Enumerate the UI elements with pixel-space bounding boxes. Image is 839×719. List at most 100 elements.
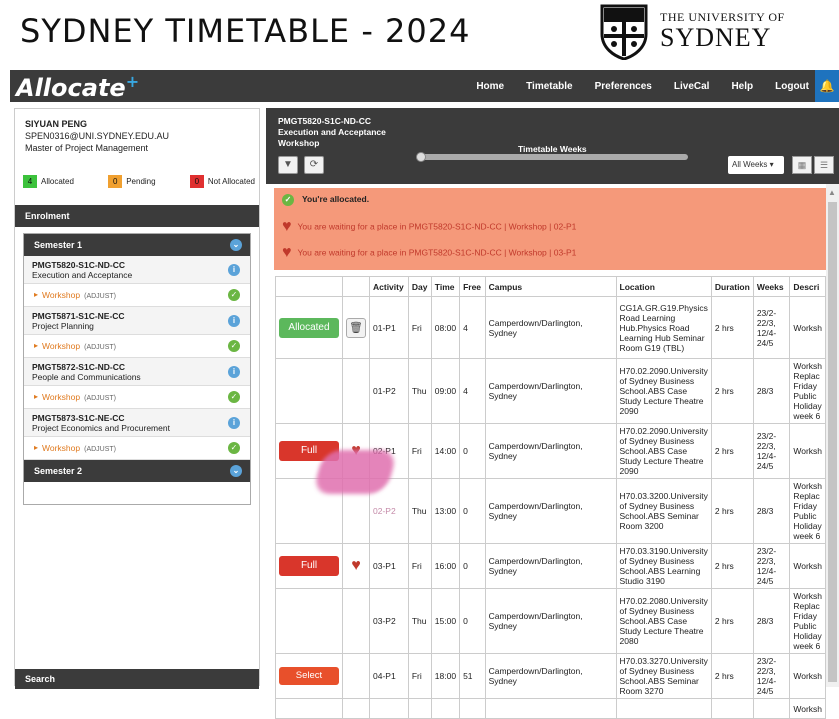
course-name: Execution and Acceptance (32, 270, 133, 280)
workshop-item[interactable]: ▸ Workshop (ADJUST) ✓ (24, 437, 250, 460)
location-cell: H70.03.3190.University of Sydney Busines… (615, 543, 712, 589)
filter-icon[interactable]: ▼ (278, 156, 298, 174)
brand-logo[interactable]: Allocate+ (16, 72, 139, 102)
campus-cell: Camperdown/Darlington, Sydney (484, 296, 617, 359)
description-cell: Worksh (789, 698, 826, 719)
semester-1-label: Semester 1 (34, 240, 83, 250)
button-cell (275, 588, 343, 654)
list-view-icon[interactable]: ☰ (814, 156, 834, 174)
nav-help[interactable]: Help (731, 81, 753, 92)
weeks-cell (752, 698, 791, 719)
description-cell: Worksh (789, 423, 826, 479)
nav-home[interactable]: Home (476, 81, 504, 92)
day-cell: Fri (407, 653, 432, 699)
col-description[interactable]: Descri (789, 276, 826, 297)
adjust-link[interactable]: (ADJUST) (84, 446, 116, 453)
legend-pending: 0 Pending (108, 175, 156, 188)
semester-2-label: Semester 2 (34, 466, 83, 476)
scrollbar-thumb[interactable] (828, 202, 837, 682)
university-crest-icon (600, 4, 648, 60)
info-icon[interactable]: i (228, 315, 240, 327)
free-cell: 0 (459, 588, 486, 654)
day-cell: Fri (407, 423, 432, 479)
scroll-up-icon[interactable]: ▲ (828, 188, 836, 197)
semester-1-header[interactable]: Semester 1 ⌄ (24, 234, 250, 256)
select-button[interactable]: Select (279, 667, 339, 685)
alert-allocated: ✓ You're allocated. (282, 194, 369, 206)
duration-cell: 2 hrs (710, 653, 754, 699)
description-cell: Worksh (789, 296, 826, 359)
info-icon[interactable]: i (228, 366, 240, 378)
allocated-button[interactable]: Allocated (279, 317, 339, 338)
left-panel: SIYUAN PENG SPEN0316@UNI.SYDNEY.EDU.AU M… (14, 108, 260, 689)
col-activity[interactable]: Activity (369, 276, 409, 297)
workshop-label[interactable]: Workshop (42, 392, 80, 402)
button-cell (275, 358, 343, 424)
nav-logout[interactable]: Logout (775, 81, 809, 92)
col-icon (342, 276, 370, 297)
workshop-label[interactable]: Workshop (42, 341, 80, 351)
col-location[interactable]: Location (615, 276, 712, 297)
col-duration[interactable]: Duration (710, 276, 754, 297)
activity-cell: 04-P1 (369, 653, 409, 699)
button-cell: Full (275, 543, 343, 589)
course-code: PMGT5873-S1C-NE-CC (32, 413, 125, 423)
course-item[interactable]: PMGT5872-S1C-ND-CC People and Communicat… (24, 358, 250, 386)
full-button[interactable]: Full (279, 556, 339, 576)
col-free[interactable]: Free (459, 276, 486, 297)
nav-livecal[interactable]: LiveCal (674, 81, 710, 92)
semester-2-header[interactable]: Semester 2 ⌄ (24, 460, 250, 482)
weeks-slider[interactable] (422, 154, 688, 160)
col-weeks[interactable]: Weeks (752, 276, 791, 297)
course-item[interactable]: PMGT5873-S1C-NE-CC Project Economics and… (24, 409, 250, 437)
nav-timetable[interactable]: Timetable (526, 81, 573, 92)
course-item[interactable]: PMGT5871-S1C-NE-CC Project Planning i (24, 307, 250, 335)
free-cell: 4 (459, 296, 486, 359)
check-icon: ✓ (228, 391, 240, 403)
allocated-label: Allocated (41, 177, 74, 186)
duration-cell: 2 hrs (710, 543, 754, 589)
duration-cell: 2 hrs (710, 588, 754, 654)
trash-icon[interactable]: 🗑 (346, 317, 366, 338)
weeks-cell: 23/2-22/3, 12/4-24/5 (752, 543, 791, 589)
workshop-item[interactable]: ▸ Workshop (ADJUST) ✓ (24, 386, 250, 409)
weeks-select[interactable]: All Weeks ▾ (728, 156, 784, 174)
day-cell: Thu (407, 588, 432, 654)
bell-icon[interactable]: 🔔 (815, 70, 839, 102)
info-icon[interactable]: i (228, 417, 240, 429)
free-cell: 0 (459, 478, 486, 544)
weeks-slider-handle[interactable] (416, 152, 426, 162)
info-icon[interactable]: i (228, 264, 240, 276)
campus-cell: Camperdown/Darlington, Sydney (484, 543, 617, 589)
col-day[interactable]: Day (407, 276, 432, 297)
button-cell: Allocated (275, 296, 343, 359)
description-cell: Worksh (789, 653, 826, 699)
col-campus[interactable]: Campus (484, 276, 617, 297)
workshop-label[interactable]: Workshop (42, 290, 80, 300)
course-item[interactable]: PMGT5820-S1C-ND-CC Execution and Accepta… (24, 256, 250, 284)
col-time[interactable]: Time (430, 276, 461, 297)
grid-view-icon[interactable]: ▦ (792, 156, 812, 174)
search-header[interactable]: Search (15, 669, 259, 689)
adjust-link[interactable]: (ADJUST) (84, 293, 116, 300)
location-cell: H70.02.2080.University of Sydney Busines… (615, 588, 712, 654)
refresh-icon[interactable]: ⟳ (304, 156, 324, 174)
workshop-item[interactable]: ▸ Workshop (ADJUST) ✓ (24, 335, 250, 358)
icon-cell: ♥ (342, 543, 370, 589)
arrow-right-icon: ▸ (34, 443, 39, 452)
chevron-down-icon[interactable]: ⌄ (230, 239, 242, 251)
timetable-weeks-label: Timetable Weeks (518, 144, 587, 154)
activity-title: PMGT5820-S1C-ND-CC Execution and Accepta… (278, 116, 386, 149)
adjust-link[interactable]: (ADJUST) (84, 344, 116, 351)
check-icon: ✓ (282, 194, 294, 206)
check-icon: ✓ (228, 340, 240, 352)
campus-cell: Camperdown/Darlington, Sydney (484, 423, 617, 479)
adjust-link[interactable]: (ADJUST) (84, 395, 116, 402)
nav-preferences[interactable]: Preferences (595, 81, 652, 92)
heart-icon[interactable]: ♥ (351, 557, 361, 574)
workshop-item[interactable]: ▸ Workshop (ADJUST) ✓ (24, 284, 250, 307)
workshop-label[interactable]: Workshop (42, 443, 80, 453)
chevron-down-icon[interactable]: ⌄ (230, 465, 242, 477)
detail-activity: Workshop (278, 138, 320, 148)
course-code: PMGT5871-S1C-NE-CC (32, 311, 125, 321)
